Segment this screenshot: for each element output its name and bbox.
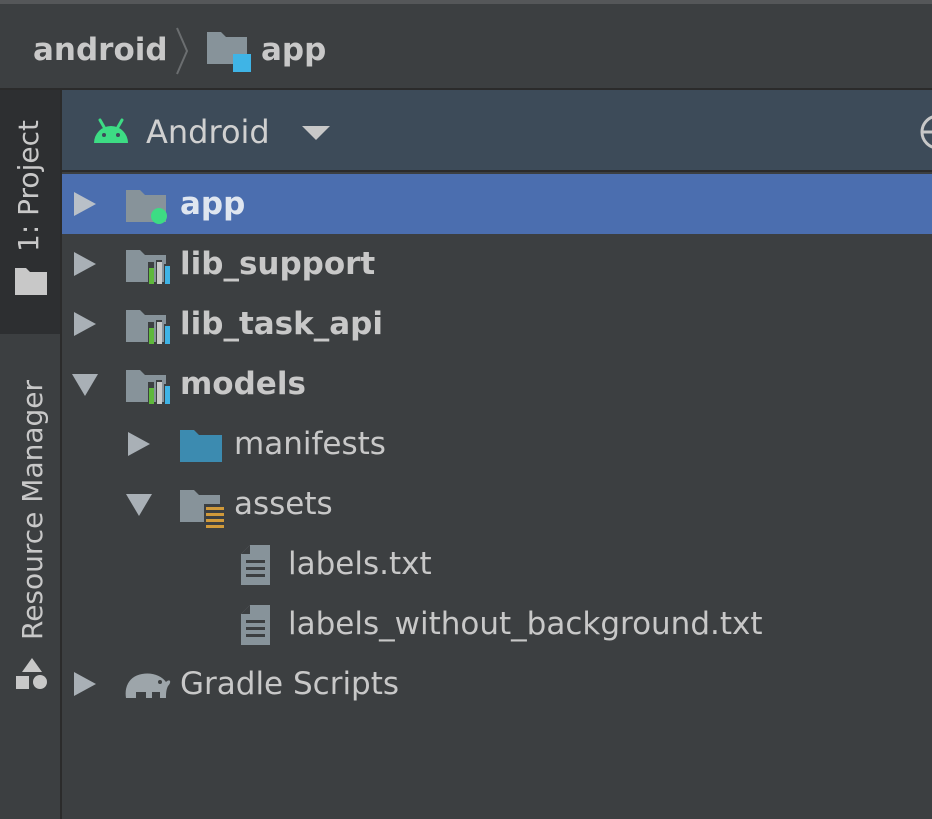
tree-item-label: models [180,366,306,402]
tree-item-label: assets [234,486,333,522]
chevron-right-icon[interactable] [74,252,96,276]
breadcrumb-root[interactable]: android [33,30,168,70]
resource-manager-icon [16,658,47,689]
tree-item-labels-without-background-txt[interactable]: labels_without_background.txt [62,594,932,654]
tree-item-assets[interactable]: assets [62,474,932,534]
app-module-icon [126,190,167,224]
module-folder-icon [207,32,251,72]
project-tree: app lib_support lib_task_api models mani… [62,174,932,819]
resource-manager-tool-button[interactable]: Resource Manager [0,350,60,690]
tree-item-label: labels.txt [288,546,432,582]
project-tool-button[interactable]: 1: Project [0,90,60,334]
tree-item-lib-support[interactable]: lib_support [62,234,932,294]
chevron-down-icon[interactable] [72,374,98,396]
chevron-down-icon[interactable] [126,494,152,516]
tree-item-label: lib_support [180,246,376,282]
library-module-icon [126,370,170,404]
folder-icon [15,268,47,295]
target-icon[interactable] [918,112,932,152]
tree-item-label: app [180,186,246,222]
navigation-bar: android app [0,4,932,90]
chevron-right-icon[interactable] [128,432,150,456]
project-view-selector[interactable]: Android [146,112,270,152]
tree-item-label: labels_without_background.txt [288,606,763,642]
gradle-elephant-icon [125,673,171,698]
assets-folder-icon [180,490,226,528]
chevron-right-icon[interactable] [74,192,96,216]
project-tool-label: 1: Project [12,120,45,252]
tree-item-labels-txt[interactable]: labels.txt [62,534,932,594]
project-panel-header: Android [62,90,932,172]
tree-item-label: lib_task_api [180,306,383,342]
text-file-icon [241,545,270,585]
tree-item-lib-task-api[interactable]: lib_task_api [62,294,932,354]
chevron-right-icon[interactable] [74,312,96,336]
text-file-icon [241,605,270,645]
resource-manager-label: Resource Manager [16,379,49,640]
tree-item-manifests[interactable]: manifests [62,414,932,474]
breadcrumb-separator-icon [176,27,189,75]
library-module-icon [126,310,170,344]
tree-item-label: Gradle Scripts [180,666,400,702]
chevron-right-icon[interactable] [74,672,96,696]
chevron-down-icon[interactable] [302,126,330,142]
android-icon [94,118,128,143]
tree-item-label: manifests [234,426,386,462]
library-module-icon [126,250,170,284]
folder-icon [180,430,222,462]
tree-item-gradle-scripts[interactable]: Gradle Scripts [62,654,932,714]
tree-item-models[interactable]: models [62,354,932,414]
tree-item-app[interactable]: app [62,174,932,234]
tool-window-strip: 1: Project Resource Manager [0,90,62,819]
breadcrumb-current[interactable]: app [261,30,326,70]
